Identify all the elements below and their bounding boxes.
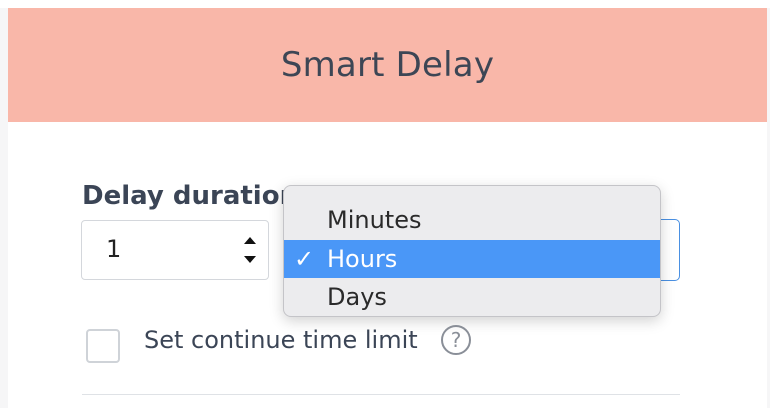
delay-unit-dropdown: Minutes ✓ Hours Days: [283, 185, 661, 317]
spin-down-icon[interactable]: [244, 256, 256, 263]
option-days[interactable]: Days: [284, 278, 660, 316]
panel-header: Smart Delay: [8, 8, 767, 122]
continue-time-limit-label[interactable]: Set continue time limit: [144, 326, 418, 354]
delay-duration-value: 1: [106, 235, 122, 263]
option-days-label: Days: [327, 283, 387, 311]
delay-duration-label: Delay duration: [82, 181, 299, 211]
divider: [82, 394, 680, 395]
top-strip: [0, 0, 770, 8]
delay-duration-input[interactable]: 1: [81, 220, 269, 280]
spin-up-icon[interactable]: [244, 237, 256, 244]
option-minutes[interactable]: Minutes: [284, 201, 660, 239]
option-minutes-label: Minutes: [327, 206, 422, 234]
continue-time-limit-checkbox[interactable]: [86, 329, 120, 363]
checkmark-icon: ✓: [294, 245, 315, 273]
page-title: Smart Delay: [280, 45, 495, 85]
smart-delay-screen: Smart Delay Delay duration 1 Minutes ✓ H…: [0, 0, 770, 408]
option-hours[interactable]: ✓ Hours: [284, 240, 660, 278]
option-hours-label: Hours: [327, 245, 398, 273]
help-icon[interactable]: ?: [441, 325, 471, 355]
